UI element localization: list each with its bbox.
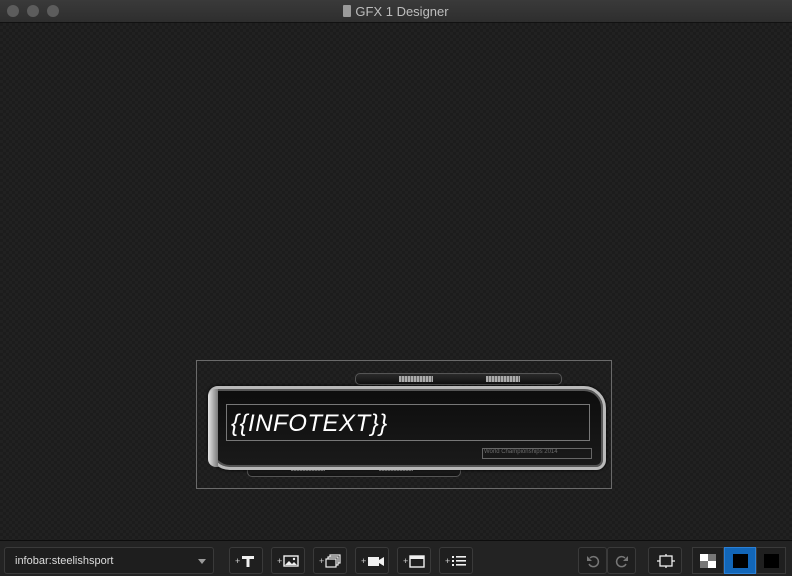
redo-button[interactable] [607,547,636,574]
add-list-button[interactable]: + [439,547,473,574]
fit-to-safe-area-icon [657,554,675,568]
add-text-button[interactable]: + [229,547,263,574]
chevron-down-icon [198,559,206,564]
background-black-option[interactable] [756,547,786,574]
top-tab [355,373,562,385]
undo-icon [587,555,600,568]
background-blue-option[interactable] [724,547,756,574]
image-sequence-icon [325,554,341,568]
black-square-icon [733,554,748,568]
black-square-icon [764,554,779,568]
redo-icon [615,555,628,568]
add-image-button[interactable]: + [271,547,305,574]
plus-label: + [235,556,241,566]
window-icon [409,555,425,568]
plus-label: + [445,556,451,566]
add-window-button[interactable]: + [397,547,431,574]
window-title: GFX 1 Designer [355,4,449,19]
plus-label: + [319,556,325,566]
subtext-box[interactable]: World Championships 2014 [482,448,592,459]
background-checker-option[interactable] [692,547,724,574]
checker-icon [700,554,716,568]
undo-button[interactable] [578,547,607,574]
text-T-icon [242,556,254,567]
add-image-sequence-button[interactable]: + [313,547,347,574]
plus-label: + [403,556,409,566]
title-bar: GFX 1 Designer [0,0,792,23]
graphic-bounding-frame[interactable]: {{INFOTEXT}} World Championships 2014 [196,360,612,489]
infotext-box[interactable]: {{INFOTEXT}} [226,404,590,441]
subtext-label: World Championships 2014 [484,449,558,455]
list-icon [452,556,466,566]
bottom-toolbar: infobar:steelishsport + + + + + + [0,540,792,576]
window-title-wrap: GFX 1 Designer [0,4,792,19]
add-video-button[interactable]: + [355,547,389,574]
layer-select-value: infobar:steelishsport [15,555,114,567]
image-icon [283,555,299,567]
fit-to-safe-area-button[interactable] [648,547,682,574]
plus-label: + [361,556,367,566]
plus-label: + [277,556,283,566]
top-grip-right [486,376,520,382]
top-grip-left [399,376,433,382]
video-camera-icon [368,557,384,566]
app-icon [343,5,352,17]
layer-select[interactable]: infobar:steelishsport [4,547,214,574]
design-canvas[interactable]: {{INFOTEXT}} World Championships 2014 [0,23,792,540]
infotext-placeholder: {{INFOTEXT}} [231,410,388,437]
